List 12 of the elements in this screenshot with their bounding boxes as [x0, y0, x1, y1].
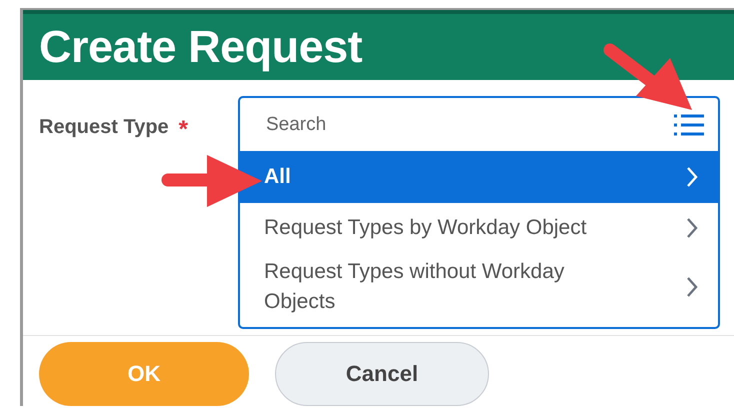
dialog-title: Create Request [39, 21, 362, 73]
dropdown-option[interactable]: All [240, 151, 718, 203]
chevron-icon [686, 276, 698, 298]
dropdown-option[interactable]: Request Types by Workday Object [240, 209, 718, 247]
field-label: Request Type [39, 116, 169, 139]
search-field[interactable]: Search [264, 112, 568, 136]
chevron-icon [686, 217, 698, 239]
list-icon[interactable] [674, 112, 704, 136]
chevron-icon [686, 166, 698, 188]
cancel-button[interactable]: Cancel [275, 342, 489, 406]
required-mark: * [178, 116, 188, 144]
dropdown-option[interactable]: Request Types without Workday Objects [240, 253, 718, 321]
